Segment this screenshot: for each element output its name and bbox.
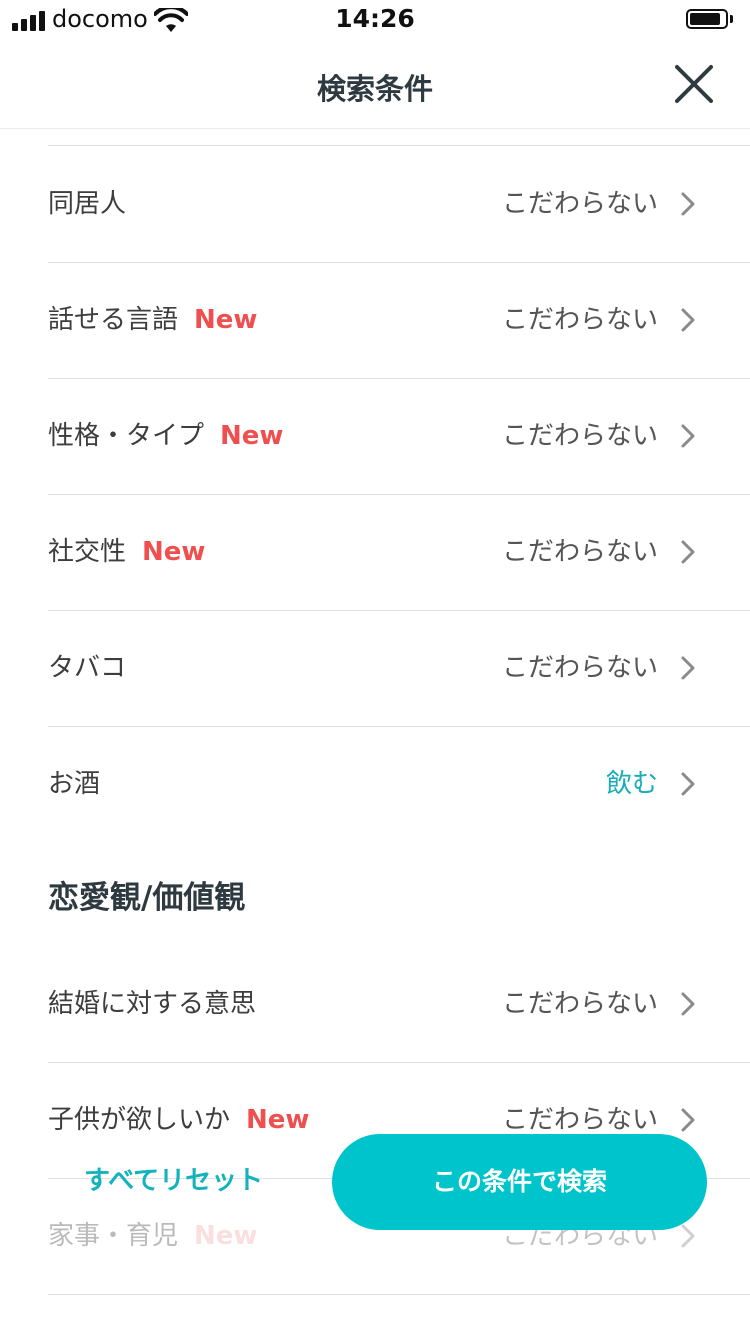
row-cohabitant[interactable]: 同居人 こだわらない [48, 146, 750, 263]
new-badge: New [142, 537, 206, 567]
row-label: 結婚に対する意思 [48, 989, 257, 1019]
status-bar: docomo 14:26 [0, 0, 750, 40]
row-value: こだわらない [501, 537, 658, 567]
row-value: こだわらない [501, 421, 658, 451]
row-languages[interactable]: 話せる言語 New こだわらない [48, 262, 750, 379]
chevron-right-icon [681, 656, 695, 680]
new-badge: New [194, 305, 258, 335]
row-sociability[interactable]: 社交性 New こだわらない [48, 494, 750, 611]
section-title: 恋愛観/価値観 [48, 880, 246, 916]
new-badge: New [194, 1221, 258, 1251]
nav-bar: 検索条件 [0, 40, 750, 129]
reset-all-button[interactable]: すべてリセット [84, 1160, 263, 1197]
row-value: こだわらない [501, 305, 658, 335]
new-badge: New [220, 421, 284, 451]
chevron-right-icon [681, 192, 695, 216]
status-time: 14:26 [335, 4, 415, 33]
row-value: こだわらない [501, 189, 658, 219]
row-label: 社交性 [48, 537, 127, 567]
row-value: 飲む [605, 769, 658, 799]
row-label: 同居人 [48, 189, 127, 219]
page-title: 検索条件 [316, 72, 433, 106]
row-label: タバコ [48, 653, 127, 683]
row-label: 性格・タイプ [48, 421, 205, 451]
row-label: 話せる言語 [48, 305, 179, 335]
chevron-right-icon [681, 424, 695, 448]
row-value: こだわらない [501, 653, 658, 683]
row-label: 家事・育児 [48, 1221, 179, 1251]
chevron-right-icon [681, 772, 695, 796]
chevron-right-icon [681, 308, 695, 332]
close-icon[interactable] [672, 62, 716, 106]
row-tobacco[interactable]: タバコ こだわらない [48, 610, 750, 727]
battery-icon [686, 9, 734, 31]
row-personality[interactable]: 性格・タイプ New こだわらない [48, 378, 750, 495]
row-value: こだわらない [501, 989, 658, 1019]
chevron-right-icon [681, 1224, 695, 1248]
search-button[interactable]: この条件で検索 [332, 1134, 707, 1230]
chevron-right-icon [681, 992, 695, 1016]
row-marriage-intention[interactable]: 結婚に対する意思 こだわらない [48, 946, 750, 1063]
new-badge: New [246, 1105, 310, 1135]
row-alcohol[interactable]: お酒 飲む [48, 726, 750, 842]
row-label: お酒 [48, 769, 101, 799]
chevron-right-icon [681, 1108, 695, 1132]
row-label: 子供が欲しいか [48, 1105, 231, 1135]
chevron-right-icon [681, 540, 695, 564]
